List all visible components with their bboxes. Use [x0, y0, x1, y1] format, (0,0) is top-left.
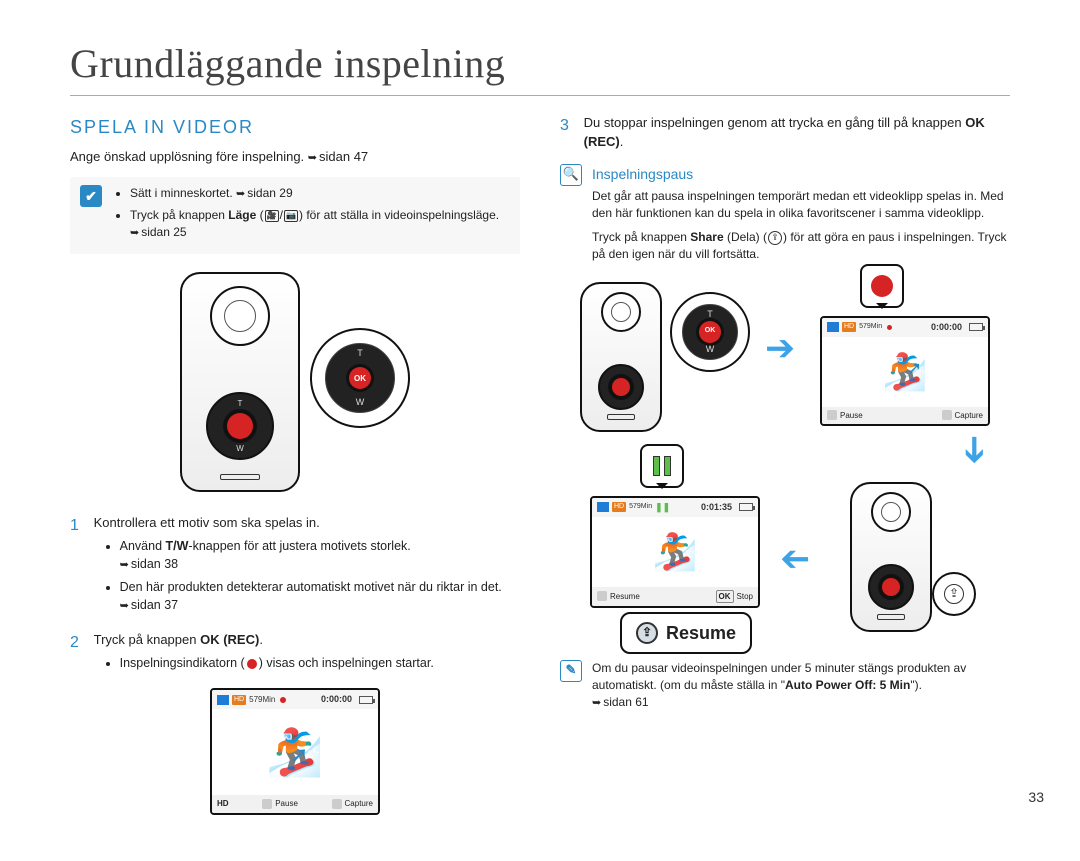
sd-icon: [597, 502, 609, 512]
step-sub: Den här produkten detekterar automatiskt…: [120, 578, 520, 615]
remaining-time: 579Min: [629, 502, 652, 512]
share-button-icon: ⇪: [944, 584, 964, 604]
share-icon: [262, 799, 272, 809]
page-ref: sidan 47: [308, 149, 368, 164]
softkey-capture: Capture: [955, 410, 983, 422]
page-ref: sidan 61: [592, 695, 649, 709]
softkey-stop: Stop: [737, 591, 753, 603]
pause-callout-icon: [640, 444, 684, 488]
step-3: 3 Du stoppar inspelningen genom att tryc…: [560, 114, 1010, 152]
skater-icon: 🏂: [653, 534, 698, 570]
right-column: 3 Du stoppar inspelningen genom att tryc…: [560, 114, 1010, 831]
record-indicator-icon: [280, 697, 286, 703]
record-callout-icon: [860, 264, 904, 308]
page-ref: sidan 38: [120, 557, 178, 571]
flow-arrow-right-icon: ➔: [765, 330, 795, 366]
sd-icon: [217, 695, 229, 705]
record-indicator-icon: [247, 659, 257, 669]
page-ref: sidan 25: [130, 225, 187, 239]
softkey-capture: Capture: [345, 798, 373, 810]
step-1: 1 Kontrollera ett motiv som ska spelas i…: [70, 514, 520, 619]
step-number: 1: [70, 514, 90, 537]
flow-arrow-down-icon: ➔: [957, 434, 993, 464]
share-button-callout: ⇪: [932, 572, 976, 616]
cursor-arrow-icon: ➚: [907, 355, 922, 381]
auto-off-note: Om du pausar videoinspelningen under 5 m…: [592, 660, 1010, 713]
elapsed-time: 0:00:00: [321, 693, 352, 706]
section-heading: SPELA IN VIDEOR: [70, 114, 520, 140]
page-title: Grundläggande inspelning: [70, 40, 1010, 96]
battery-icon: [359, 696, 373, 704]
hd-label: HD: [217, 798, 229, 810]
precheck-box: ✔ Sätt i minneskortet. sidan 29 Tryck på…: [70, 177, 520, 254]
page-number: 33: [1028, 789, 1044, 805]
precheck-item: Tryck på knappen Läge (🎥/📷) för att stäl…: [130, 207, 510, 242]
share-button-icon: ⇪: [636, 622, 658, 644]
ok-rec-button-icon: [227, 413, 253, 439]
page-ref: sidan 37: [120, 598, 178, 612]
photo-mode-icon: 📷: [284, 210, 298, 222]
share-button-icon: ⇪: [768, 231, 782, 245]
softkey-resume: Resume: [610, 591, 640, 603]
record-indicator-icon: [887, 325, 892, 330]
note-icon: ✎: [560, 660, 582, 682]
cursor-arrow-icon: ➚: [290, 739, 308, 771]
elapsed-time: 0:01:35: [701, 501, 732, 514]
pause-description: Det går att pausa inspelningen temporärt…: [592, 188, 1010, 223]
step-number: 2: [70, 631, 90, 654]
quality-badge: HD: [232, 695, 246, 705]
quality-badge: HD: [842, 322, 856, 332]
page-ref: sidan 29: [236, 186, 293, 200]
left-column: SPELA IN VIDEOR Ange önskad upplösning f…: [70, 114, 520, 831]
screen-recording-illustration: HD 579Min 0:00:00 🏂 ➚ HD Pause Capture: [70, 688, 520, 815]
precheck-icon: ✔: [80, 185, 102, 207]
subheading-pause: Inspelningspaus: [592, 164, 1010, 184]
pause-instruction: Tryck på knappen Share (Dela) (⇪) för at…: [592, 229, 1010, 264]
video-mode-icon: 🎥: [265, 210, 279, 222]
step-sub: Använd T/W-knappen för att justera motiv…: [120, 537, 520, 574]
precheck-item: Sätt i minneskortet. sidan 29: [130, 185, 510, 203]
elapsed-time: 0:00:00: [931, 321, 962, 334]
softkey-pause: Pause: [840, 410, 863, 422]
intro-text: Ange önskad upplösning före inspelning. …: [70, 148, 520, 167]
pause-resume-diagram: T OK W ➔ HD 579Min 0:00:00: [560, 272, 1010, 632]
control-pad-callout: T OK W: [670, 292, 750, 372]
remaining-time: 579Min: [249, 694, 275, 706]
quality-badge: HD: [612, 502, 626, 512]
step-2: 2 Tryck på knappen OK (REC). Inspelnings…: [70, 631, 520, 676]
step-sub: Inspelningsindikatorn () visas och inspe…: [120, 654, 520, 672]
ok-label: OK: [699, 321, 721, 343]
battery-icon: [969, 323, 983, 331]
flow-arrow-left-icon: ➔: [780, 542, 810, 578]
camcorder-illustration: TW T OK W: [70, 268, 520, 498]
resume-callout: ⇪ Resume: [620, 612, 752, 654]
tip-icon: 🔍: [560, 164, 582, 186]
control-pad-callout: T OK W: [310, 328, 410, 428]
sd-icon: [827, 322, 839, 332]
battery-icon: [739, 503, 753, 511]
softkey-pause: Pause: [275, 798, 298, 810]
pause-indicator-icon: ❚❚: [655, 501, 670, 514]
remaining-time: 579Min: [859, 322, 882, 332]
ok-label: OK: [349, 367, 371, 389]
step-number: 3: [560, 114, 580, 137]
mode-icon: [332, 799, 342, 809]
resume-label: Resume: [666, 620, 736, 646]
